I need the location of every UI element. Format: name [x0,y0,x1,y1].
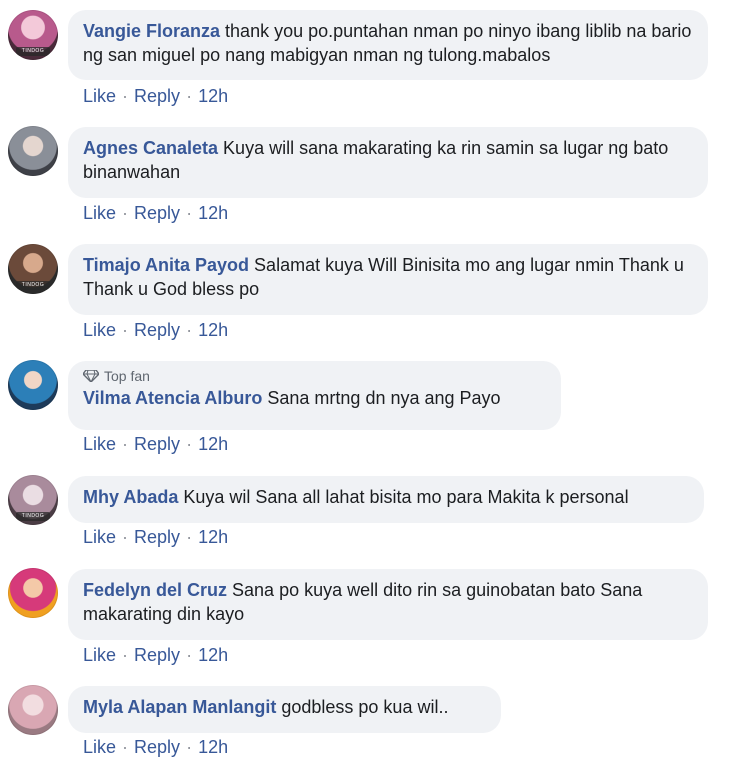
avatar-badge: TINDOG [16,281,50,290]
comment-timestamp[interactable]: 12h [198,644,228,666]
comment-actions: Like · Reply · 12h [83,644,228,666]
like-link[interactable]: Like [83,433,116,455]
top-fan-label: Top fan [104,368,150,384]
separator: · [186,737,193,757]
comment-bubble: Agnes Canaleta Kuya will sana makarating … [68,127,708,198]
reply-link[interactable]: Reply [134,644,180,666]
separator: · [186,203,193,223]
like-link[interactable]: Like [83,85,116,107]
separator: · [186,320,193,340]
comment-actions: Like · Reply · 12h [83,85,228,107]
comment-actions: Like · Reply · 12h [83,202,228,224]
separator: · [122,320,129,340]
comment-timestamp[interactable]: 12h [198,526,228,548]
avatar[interactable] [8,568,58,618]
separator: · [122,527,129,547]
diamond-icon [83,370,99,382]
comment-bubble: Myla Alapan Manlangit godbless po kua wil… [68,686,501,733]
comment-text: Sana mrtng dn nya ang Payo [267,388,501,408]
separator: · [186,645,193,665]
like-link[interactable]: Like [83,319,116,341]
comment-text: godbless po kua wil.. [281,697,449,717]
separator: · [122,434,129,454]
comment-actions: Like · Reply · 12h [83,736,228,758]
comment-timestamp[interactable]: 12h [198,433,228,455]
comment-author[interactable]: Vangie Floranza [83,21,220,41]
reply-link[interactable]: Reply [134,736,180,758]
avatar[interactable] [8,685,58,735]
separator: · [186,434,193,454]
like-link[interactable]: Like [83,644,116,666]
comment-author[interactable]: Agnes Canaleta [83,138,218,158]
reply-link[interactable]: Reply [134,433,180,455]
comment-author[interactable]: Vilma Atencia Alburo [83,388,262,408]
separator: · [186,86,193,106]
comment-bubble: Fedelyn del Cruz Sana po kuya well dito r… [68,569,708,640]
like-link[interactable]: Like [83,202,116,224]
comment-bubble: Timajo Anita Payod Salamat kuya Will Bini… [68,244,708,315]
like-link[interactable]: Like [83,526,116,548]
comment-author[interactable]: Timajo Anita Payod [83,255,249,275]
reply-link[interactable]: Reply [134,319,180,341]
separator: · [122,86,129,106]
comment-actions: Like · Reply · 12h [83,526,228,548]
separator: · [186,527,193,547]
separator: · [122,645,129,665]
comment-bubble: Mhy Abada Kuya wil Sana all lahat bisita … [68,476,704,523]
comment-actions: Like · Reply · 12h [83,433,228,455]
avatar-badge: TINDOG [16,47,50,56]
avatar[interactable]: TINDOG [8,10,58,60]
comment-timestamp[interactable]: 12h [198,202,228,224]
comment-bubble: Top fan Vilma Atencia Alburo Sana mrtng d… [68,361,561,430]
avatar[interactable]: TINDOG [8,475,58,525]
avatar[interactable]: TINDOG [8,244,58,294]
comment-timestamp[interactable]: 12h [198,736,228,758]
comment-actions: Like · Reply · 12h [83,319,228,341]
avatar[interactable] [8,360,58,410]
like-link[interactable]: Like [83,736,116,758]
reply-link[interactable]: Reply [134,85,180,107]
comment-text: Kuya wil Sana all lahat bisita mo para M… [183,487,629,507]
comment-timestamp[interactable]: 12h [198,85,228,107]
reply-link[interactable]: Reply [134,202,180,224]
comment-bubble: Vangie Floranza thank you po.puntahan nma… [68,10,708,80]
comment-author[interactable]: Mhy Abada [83,487,178,507]
top-fan-badge: Top fan [83,367,546,385]
avatar-badge: TINDOG [16,512,50,521]
comment-timestamp[interactable]: 12h [198,319,228,341]
reply-link[interactable]: Reply [134,526,180,548]
avatar[interactable] [8,126,58,176]
separator: · [122,737,129,757]
comment-author[interactable]: Myla Alapan Manlangit [83,697,276,717]
separator: · [122,203,129,223]
comment-author[interactable]: Fedelyn del Cruz [83,580,227,600]
